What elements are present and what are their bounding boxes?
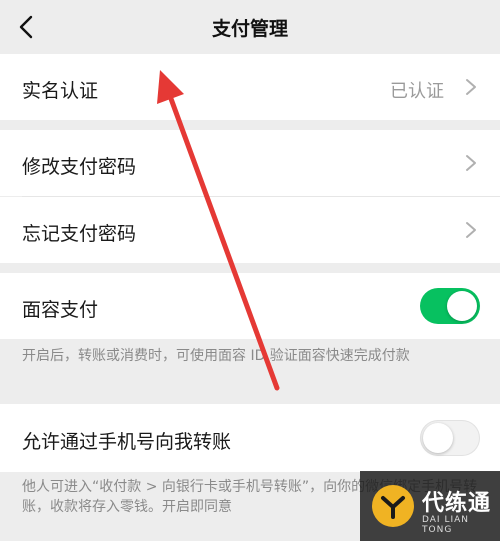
chevron-right-icon	[466, 222, 476, 238]
change-password-row[interactable]: 修改支付密码	[0, 130, 500, 196]
face-pay-label: 面容支付	[22, 299, 99, 321]
face-pay-row: 面容支付	[0, 273, 500, 339]
face-pay-toggle[interactable]	[420, 288, 480, 324]
chevron-right-icon	[466, 79, 476, 95]
page-title: 支付管理	[211, 18, 288, 40]
watermark-brand: 代练通	[422, 491, 492, 516]
realname-label: 实名认证	[22, 80, 99, 102]
forgot-password-label: 忘记支付密码	[22, 223, 137, 245]
toggle-knob	[423, 423, 453, 453]
toggle-knob	[447, 291, 477, 321]
phone-transfer-label: 允许通过手机号向我转账	[22, 431, 232, 453]
watermark-logo: 代练通 DAI LIAN TONG	[360, 471, 500, 541]
realname-status: 已认证	[390, 81, 444, 102]
phone-transfer-row: 允许通过手机号向我转账	[0, 404, 500, 472]
phone-transfer-toggle[interactable]	[420, 420, 480, 456]
watermark-subtitle: DAI LIAN TONG	[422, 515, 470, 535]
realname-row[interactable]: 实名认证 已认证	[0, 54, 500, 120]
brand-logo-icon	[372, 485, 414, 527]
face-pay-note: 开启后，转账或消费时，可使用面容 ID 验证面容快速完成付款	[22, 348, 410, 364]
chevron-right-icon	[466, 155, 476, 171]
nav-bar: 支付管理	[0, 0, 500, 54]
change-password-label: 修改支付密码	[22, 156, 137, 178]
forgot-password-row[interactable]: 忘记支付密码	[0, 197, 500, 263]
